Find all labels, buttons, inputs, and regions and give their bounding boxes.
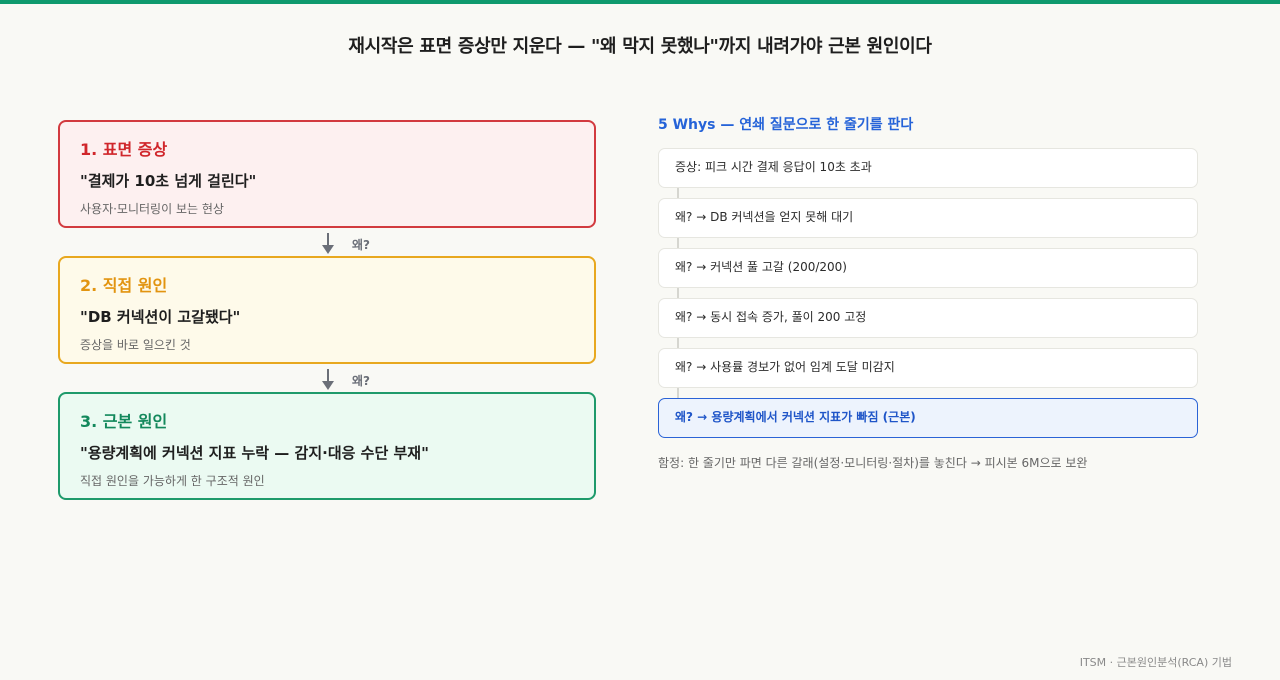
card-heading: 2. 직접 원인	[80, 276, 168, 295]
card-root-cause: 3. 근본 원인 "용량계획에 커넥션 지표 누락 — 감지·대응 수단 부재"…	[58, 392, 596, 500]
card-quote: "결제가 10초 넘게 걸린다"	[80, 172, 257, 190]
card-direct-cause: 2. 직접 원인 "DB 커넥션이 고갈됐다" 증상을 바로 일으킨 것	[58, 256, 596, 364]
whys-step-root: 왜? → 용량계획에서 커넥션 지표가 빠짐 (근본)	[658, 398, 1198, 438]
card-quote: "용량계획에 커넥션 지표 누락 — 감지·대응 수단 부재"	[80, 444, 429, 462]
down-arrow-icon	[322, 233, 334, 255]
whys-step-3: 왜? → 동시 접속 증가, 풀이 200 고정	[658, 298, 1198, 338]
why-connector-label: 왜?	[352, 238, 371, 252]
pitfall-note: 함정: 한 줄기만 파면 다른 갈래(설정·모니터링·절차)를 놓친다 → 피시…	[658, 456, 1088, 470]
card-heading: 3. 근본 원인	[80, 412, 168, 431]
footer-caption: ITSM · 근본원인분석(RCA) 기법	[1079, 656, 1232, 669]
whys-step-1: 왜? → DB 커넥션을 얻지 못해 대기	[658, 198, 1198, 238]
why-connector-label: 왜?	[352, 374, 371, 388]
card-heading: 1. 표면 증상	[80, 140, 168, 159]
whys-step-symptom: 증상: 피크 시간 결제 응답이 10초 초과	[658, 148, 1198, 188]
page-title: 재시작은 표면 증상만 지운다 — "왜 막지 못했나"까지 내려가야 근본 원…	[348, 36, 932, 57]
card-quote: "DB 커넥션이 고갈됐다"	[80, 308, 241, 326]
card-description: 직접 원인을 가능하게 한 구조적 원인	[80, 474, 265, 488]
card-surface-symptom: 1. 표면 증상 "결제가 10초 넘게 걸린다" 사용자·모니터링이 보는 현…	[58, 120, 596, 228]
whys-step-4: 왜? → 사용률 경보가 없어 임계 도달 미감지	[658, 348, 1198, 388]
whys-step-2: 왜? → 커넥션 풀 고갈 (200/200)	[658, 248, 1198, 288]
five-whys-title: 5 Whys — 연쇄 질문으로 한 줄기를 판다	[658, 117, 914, 133]
top-accent-bar	[0, 0, 1280, 4]
down-arrow-icon	[322, 369, 334, 391]
card-description: 증상을 바로 일으킨 것	[80, 338, 191, 352]
card-description: 사용자·모니터링이 보는 현상	[80, 202, 224, 216]
